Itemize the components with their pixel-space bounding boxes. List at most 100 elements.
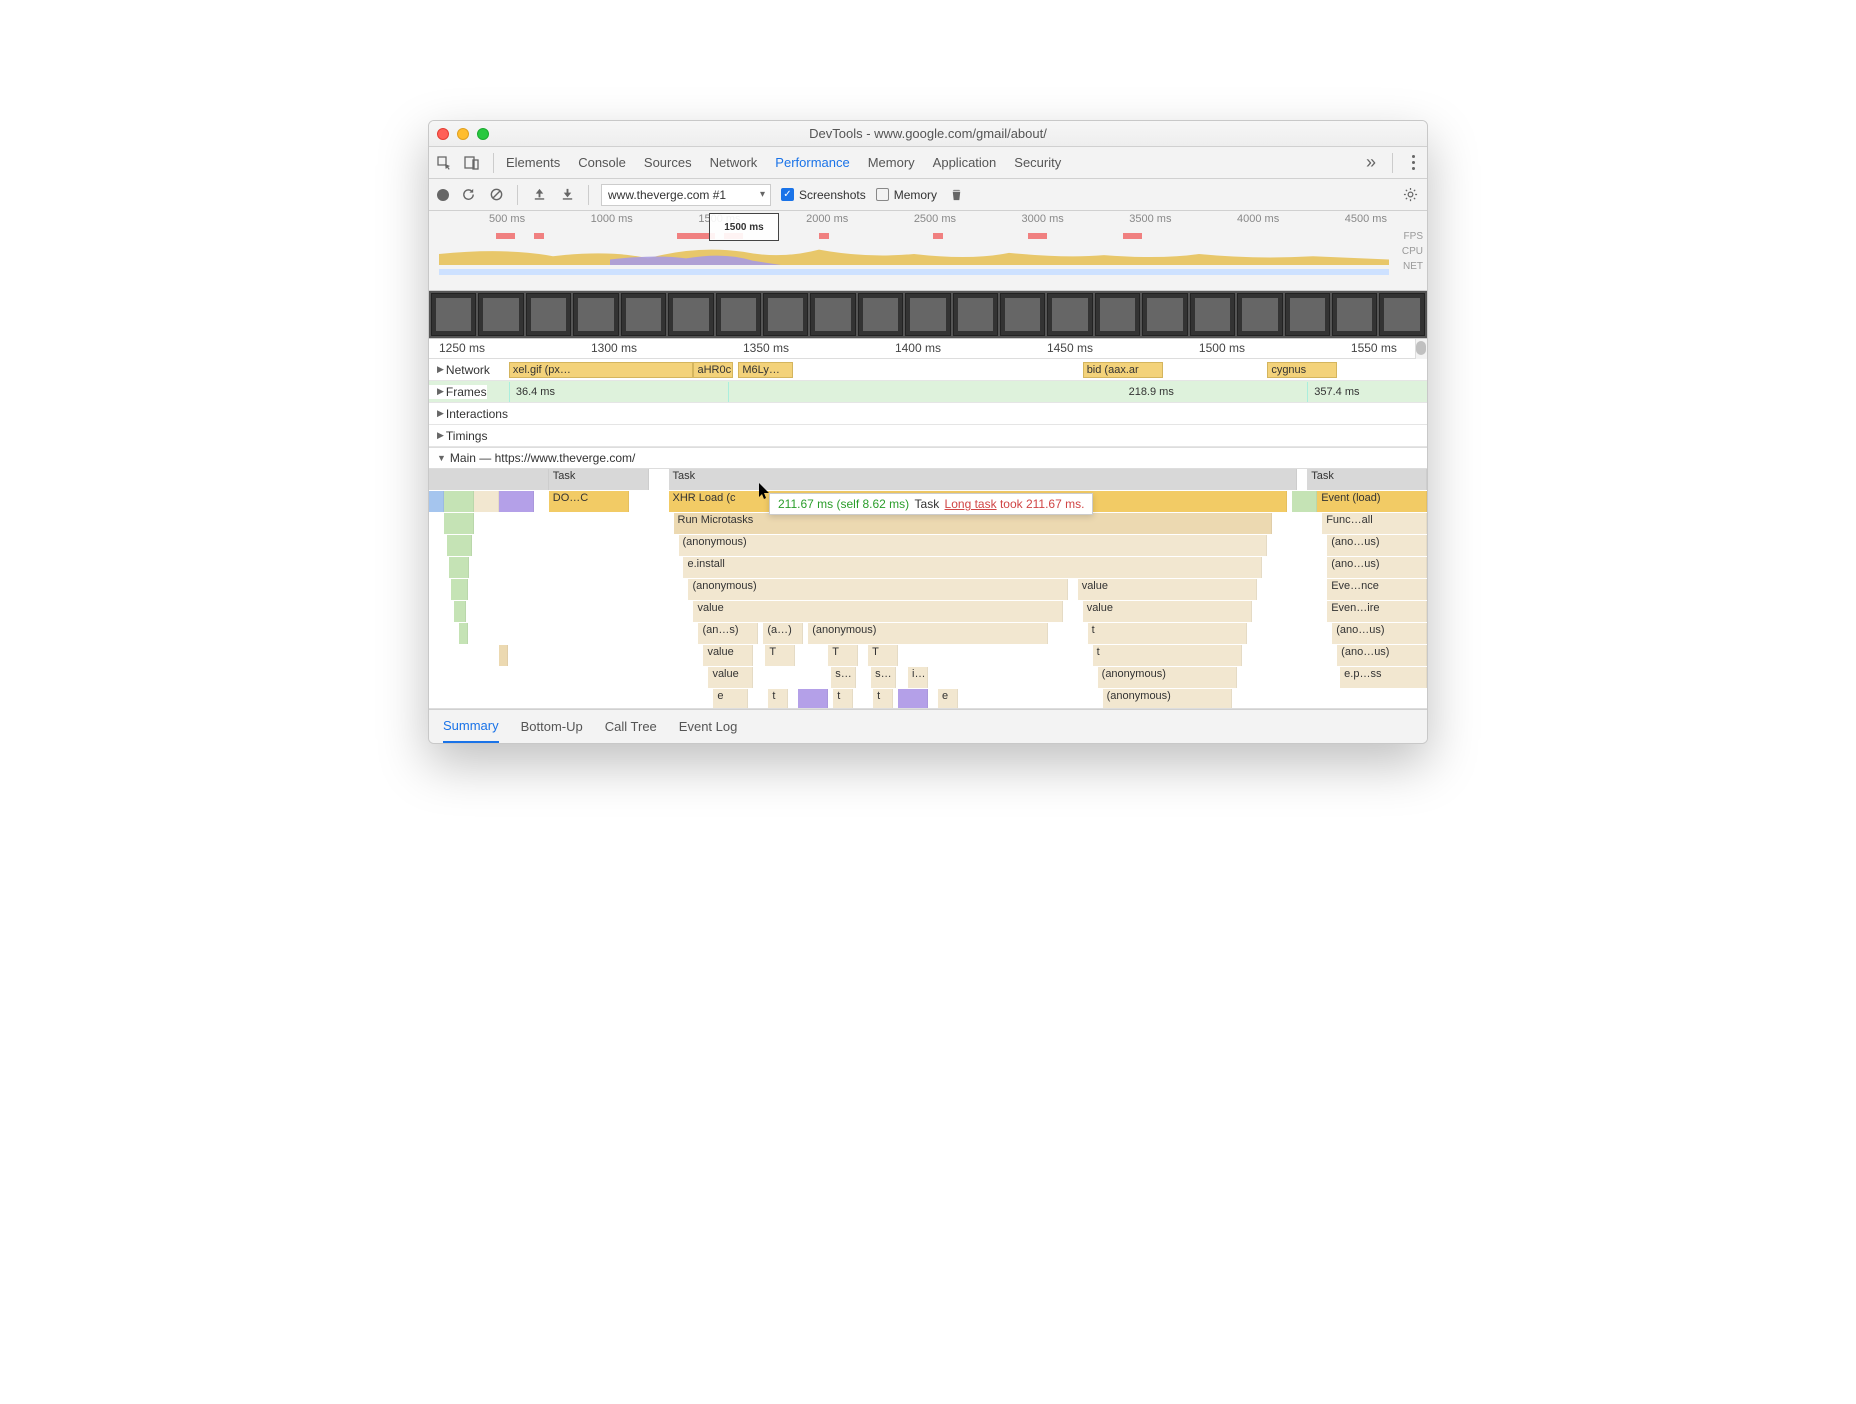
frame-segment[interactable]: 36.4 ms <box>509 382 729 402</box>
screenshot-thumb[interactable] <box>1332 293 1377 336</box>
overview-selection[interactable]: 1500 ms <box>709 213 779 241</box>
tab-network[interactable]: Network <box>710 149 758 176</box>
vertical-scrollbar[interactable] <box>1415 339 1427 359</box>
tab-sources[interactable]: Sources <box>644 149 692 176</box>
inspect-element-icon[interactable] <box>435 154 453 172</box>
flame-cell[interactable] <box>429 469 549 490</box>
flame-cell[interactable] <box>454 601 466 622</box>
timings-track[interactable]: ▶Timings <box>429 425 1427 447</box>
scrollbar-thumb[interactable] <box>1416 341 1426 355</box>
screenshot-thumb[interactable] <box>1237 293 1282 336</box>
flame-cell[interactable]: (ano…us) <box>1327 557 1427 578</box>
flame-cell[interactable]: (anonymous) <box>808 623 1048 644</box>
flame-cell[interactable] <box>1292 491 1317 512</box>
flame-cell[interactable]: (a…) <box>763 623 803 644</box>
flame-cell[interactable] <box>474 491 499 512</box>
flame-cell[interactable]: Task <box>1307 469 1427 490</box>
flame-cell[interactable]: t <box>833 689 853 709</box>
flame-cell[interactable] <box>499 491 534 512</box>
flame-cell[interactable]: t <box>873 689 893 709</box>
flame-cell[interactable]: e.install <box>683 557 1262 578</box>
screenshot-thumb[interactable] <box>1095 293 1140 336</box>
tab-elements[interactable]: Elements <box>506 149 560 176</box>
flame-cell[interactable]: (anonymous) <box>1103 689 1233 709</box>
tab-console[interactable]: Console <box>578 149 626 176</box>
screenshot-thumb[interactable] <box>621 293 666 336</box>
flame-cell[interactable]: Event (load) <box>1317 491 1427 512</box>
screenshots-checkbox[interactable]: ✓ Screenshots <box>781 188 866 202</box>
flame-cell[interactable] <box>429 491 444 512</box>
frames-track[interactable]: ▶Frames 36.4 ms218.9 ms357.4 ms <box>429 381 1427 403</box>
clear-icon[interactable] <box>487 186 505 204</box>
flame-cell[interactable]: t <box>768 689 788 709</box>
network-request[interactable]: cygnus <box>1267 362 1337 378</box>
screenshot-thumb[interactable] <box>716 293 761 336</box>
screenshot-thumb[interactable] <box>1190 293 1235 336</box>
flame-cell[interactable] <box>499 645 508 666</box>
screenshot-thumb[interactable] <box>905 293 950 336</box>
screenshot-thumb[interactable] <box>526 293 571 336</box>
network-request[interactable]: bid (aax.ar <box>1083 362 1163 378</box>
flame-cell[interactable]: value <box>1078 579 1258 600</box>
more-options-icon[interactable] <box>1405 155 1421 170</box>
details-tab-event-log[interactable]: Event Log <box>679 711 738 742</box>
flame-cell[interactable]: e <box>713 689 748 709</box>
flame-cell[interactable]: DO…C <box>549 491 629 512</box>
flame-cell[interactable] <box>447 535 472 556</box>
flame-cell[interactable]: value <box>1083 601 1253 622</box>
flame-chart[interactable]: TaskTaskTaskDO…CXHR Load (cEvent (load)R… <box>429 469 1427 709</box>
frame-segment[interactable]: 357.4 ms <box>1307 382 1427 402</box>
tooltip-long-task-link[interactable]: Long task <box>945 497 997 511</box>
expand-icon[interactable]: ▶ <box>437 408 444 419</box>
screenshot-thumb[interactable] <box>478 293 523 336</box>
save-profile-icon[interactable] <box>558 186 576 204</box>
screenshot-thumb[interactable] <box>953 293 998 336</box>
network-request[interactable]: M6Ly… <box>738 362 793 378</box>
flame-cell[interactable] <box>449 557 469 578</box>
tab-memory[interactable]: Memory <box>868 149 915 176</box>
interactions-track[interactable]: ▶Interactions <box>429 403 1427 425</box>
screenshot-thumb[interactable] <box>1047 293 1092 336</box>
frame-segment[interactable]: 218.9 ms <box>728 382 1307 402</box>
expand-icon[interactable]: ▶ <box>437 364 444 375</box>
detail-ruler[interactable]: 1250 ms1300 ms1350 ms1400 ms1450 ms1500 … <box>429 339 1427 359</box>
screenshot-thumb[interactable] <box>763 293 808 336</box>
flame-cell[interactable] <box>444 513 474 534</box>
flame-cell[interactable]: (anonymous) <box>688 579 1067 600</box>
flame-cell[interactable]: Run Microtasks <box>674 513 1273 534</box>
screenshot-thumb[interactable] <box>573 293 618 336</box>
flame-cell[interactable]: (ano…us) <box>1337 645 1427 666</box>
load-profile-icon[interactable] <box>530 186 548 204</box>
details-tab-summary[interactable]: Summary <box>443 710 499 743</box>
screenshot-thumb[interactable] <box>810 293 855 336</box>
collapse-icon[interactable]: ▼ <box>437 453 446 463</box>
flame-cell[interactable]: (anonymous) <box>679 535 1268 556</box>
flame-cell[interactable] <box>451 579 468 600</box>
flame-cell[interactable] <box>798 689 828 709</box>
main-thread-header[interactable]: ▼ Main — https://www.theverge.com/ <box>429 447 1427 469</box>
flame-cell[interactable] <box>444 491 474 512</box>
expand-icon[interactable]: ▶ <box>437 430 444 441</box>
screenshot-thumb[interactable] <box>1379 293 1424 336</box>
flame-cell[interactable]: T <box>828 645 858 666</box>
flame-cell[interactable]: (ano…us) <box>1332 623 1427 644</box>
flame-cell[interactable]: e.p…ss <box>1340 667 1427 688</box>
network-track[interactable]: ▶Network xel.gif (px…aHR0cM6Ly…bid (aax.… <box>429 359 1427 381</box>
delete-icon[interactable] <box>947 186 965 204</box>
flame-cell[interactable]: Func…all <box>1322 513 1427 534</box>
overview-timeline[interactable]: 500 ms1000 ms1500 ms2000 ms2500 ms3000 m… <box>429 211 1427 291</box>
expand-icon[interactable]: ▶ <box>437 386 444 397</box>
network-request[interactable]: aHR0c <box>693 362 733 378</box>
flame-cell[interactable]: i… <box>908 667 928 688</box>
screenshot-thumb[interactable] <box>1285 293 1330 336</box>
tab-security[interactable]: Security <box>1014 149 1061 176</box>
settings-icon[interactable] <box>1401 186 1419 204</box>
flame-cell[interactable]: e <box>938 689 958 709</box>
record-button-icon[interactable] <box>437 189 449 201</box>
network-request[interactable]: xel.gif (px… <box>509 362 694 378</box>
flame-cell[interactable]: value <box>703 645 753 666</box>
flame-cell[interactable]: s… <box>871 667 896 688</box>
tab-performance[interactable]: Performance <box>775 149 849 176</box>
flame-cell[interactable]: (an…s) <box>698 623 758 644</box>
memory-checkbox[interactable]: Memory <box>876 188 937 202</box>
